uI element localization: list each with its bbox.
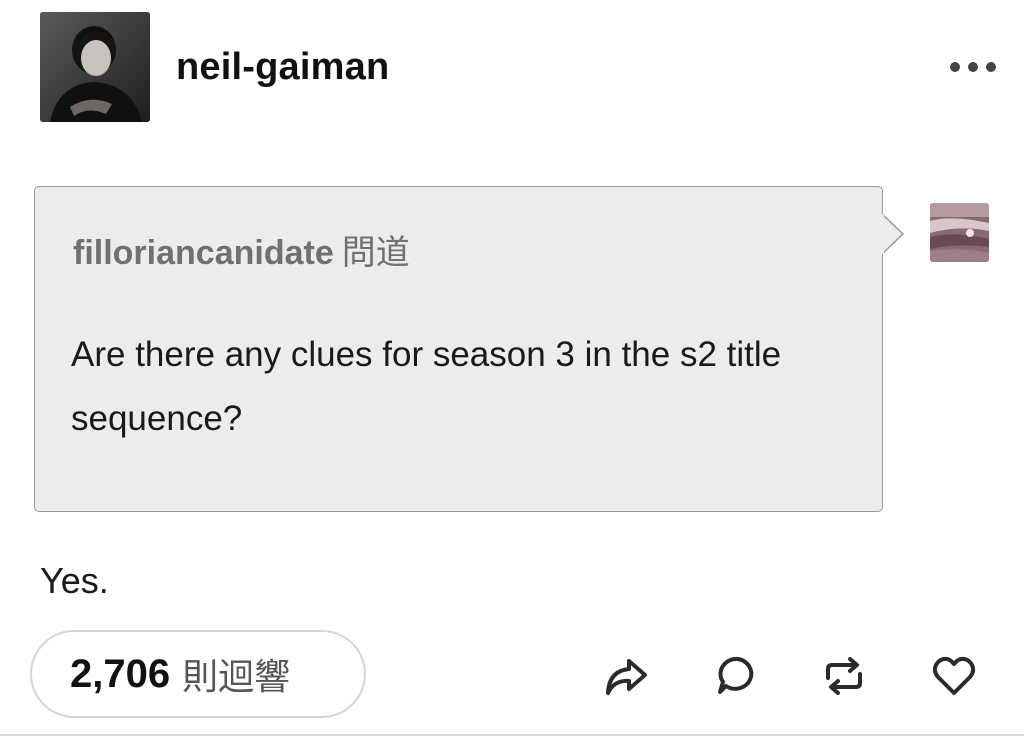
notes-count: 2,706 bbox=[70, 651, 171, 696]
question-text: Are there any clues for season 3 in the … bbox=[71, 335, 782, 438]
ask-bubble: filloriancanidate 問道 Are there any clues … bbox=[34, 186, 883, 512]
asker-avatar-image bbox=[930, 203, 989, 262]
share-icon[interactable] bbox=[602, 652, 650, 700]
ask-bubble-pointer bbox=[881, 213, 905, 255]
divider bbox=[0, 734, 1024, 736]
blog-avatar[interactable] bbox=[40, 12, 150, 122]
blog-avatar-image bbox=[40, 12, 150, 122]
reblog-icon[interactable] bbox=[820, 652, 868, 700]
asker-line: filloriancanidate 問道 bbox=[73, 225, 410, 274]
more-options-icon[interactable] bbox=[950, 56, 996, 78]
notes-button[interactable]: 2,706 則迴響 bbox=[30, 630, 366, 718]
asker-name[interactable]: filloriancanidate bbox=[73, 234, 334, 272]
blog-name[interactable]: neil-gaiman bbox=[176, 46, 389, 89]
asked-label: 問道 bbox=[341, 234, 410, 272]
like-icon[interactable] bbox=[930, 652, 978, 700]
notes-label: 則迴響 bbox=[182, 656, 291, 697]
answer-text: Yes. bbox=[40, 560, 109, 601]
asker-avatar[interactable] bbox=[930, 203, 989, 262]
reply-icon[interactable] bbox=[714, 652, 762, 700]
